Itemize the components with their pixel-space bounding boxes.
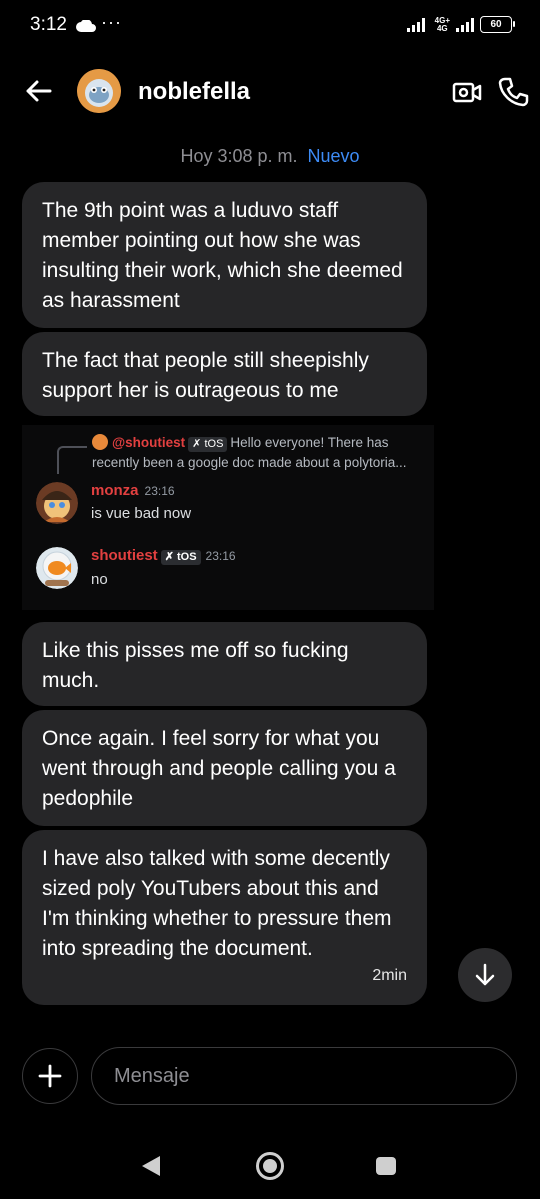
nav-back-icon[interactable] — [140, 1154, 162, 1178]
message-time: 2min — [372, 967, 407, 984]
reply-avatar — [92, 434, 108, 450]
message-text: is vue bad now — [91, 505, 192, 522]
message-author: monza 23:16 — [91, 482, 175, 499]
message-bubble[interactable]: I have also talked with some decently si… — [22, 830, 427, 1005]
reply-connector — [57, 446, 87, 474]
message-text: Like this pisses me off so fucking much. — [42, 639, 349, 692]
battery-icon: 60 — [480, 16, 515, 33]
phone-icon — [498, 77, 529, 107]
new-messages-label: Nuevo — [307, 146, 360, 166]
back-button[interactable] — [22, 74, 56, 108]
status-time: 3:12 — [30, 14, 67, 35]
avatar[interactable] — [77, 69, 121, 113]
voice-call-button[interactable] — [496, 75, 530, 109]
message-bubble[interactable]: Like this pisses me off so fucking much. — [22, 622, 427, 706]
chat-header: noblefella — [0, 60, 540, 124]
message-composer — [0, 1046, 540, 1108]
message-text: I have also talked with some decently si… — [42, 847, 392, 960]
user-tag: ✗ tOS — [188, 437, 228, 452]
cloud-icon — [76, 20, 96, 32]
timestamp-label: Hoy 3:08 p. m. — [180, 146, 298, 166]
signal-icon — [406, 17, 425, 32]
shared-image[interactable]: @shoutiest ✗ tOS Hello everyone! There has… — [22, 425, 434, 610]
scroll-to-bottom-button[interactable] — [458, 948, 512, 1002]
video-camera-icon — [452, 82, 482, 103]
message-input[interactable] — [91, 1047, 517, 1105]
status-right: 4G+ 4G 60 — [406, 15, 515, 33]
message-author: shoutiest ✗ tOS 23:16 — [91, 547, 236, 565]
message-bubble[interactable]: The 9th point was a luduvo staff member … — [22, 182, 427, 328]
message-bubble[interactable]: The fact that people still sheepishly su… — [22, 332, 427, 416]
message-text: The fact that people still sheepishly su… — [42, 349, 369, 402]
message-text: no — [91, 571, 108, 588]
avatar — [36, 547, 78, 589]
attach-button[interactable] — [22, 1048, 78, 1104]
signal-icon-2 — [456, 17, 474, 32]
plus-icon — [38, 1064, 62, 1088]
nav-recents-icon[interactable] — [376, 1157, 396, 1175]
chat-username[interactable]: noblefella — [138, 78, 250, 106]
message-text: The 9th point was a luduvo staff member … — [42, 199, 403, 312]
avatar — [36, 482, 78, 524]
user-tag: ✗ tOS — [160, 550, 201, 565]
system-navigation-bar — [0, 1140, 540, 1192]
arrow-left-icon — [26, 80, 52, 102]
message-bubble[interactable]: Once again. I feel sorry for what you we… — [22, 710, 427, 826]
more-notifications-icon: ··· — [101, 12, 122, 32]
avatar-image — [77, 69, 121, 113]
timestamp-divider: Hoy 3:08 p. m. Nuevo — [0, 146, 540, 167]
reply-author: @shoutiest — [112, 435, 186, 450]
message-text: Once again. I feel sorry for what you we… — [42, 727, 396, 810]
arrow-down-icon — [475, 963, 495, 986]
status-bar: 3:12 ··· 4G+ 4G 60 — [0, 0, 540, 56]
nav-home-icon[interactable] — [256, 1152, 284, 1180]
reply-preview: @shoutiest ✗ tOS Hello everyone! There has… — [92, 433, 432, 473]
network-type: 4G+ 4G — [434, 15, 450, 33]
video-call-button[interactable] — [452, 77, 482, 107]
